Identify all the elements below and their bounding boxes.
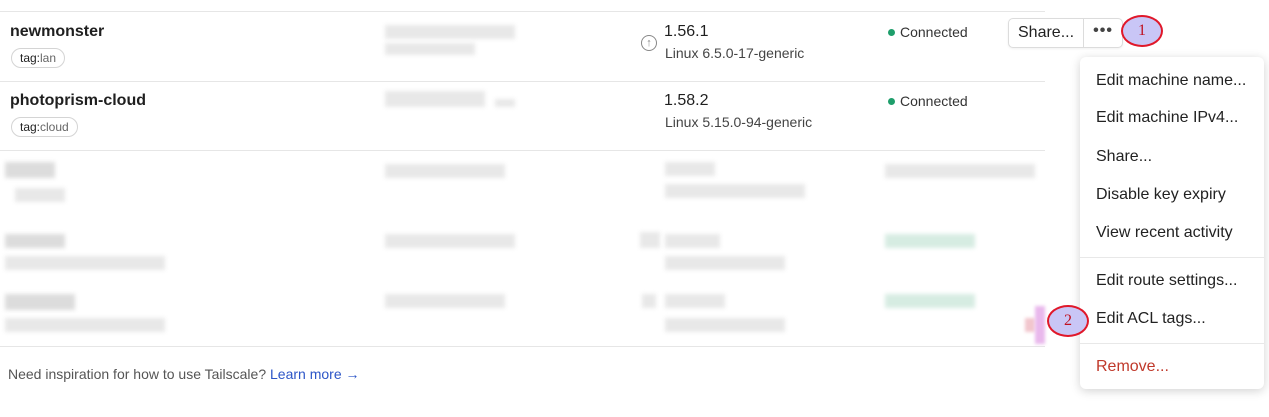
redacted-version <box>665 294 725 308</box>
redacted-mark <box>1035 306 1045 344</box>
redacted-version <box>665 162 715 176</box>
more-horizontal-icon[interactable]: ••• <box>1084 19 1122 47</box>
version: 1.56.1 <box>664 23 709 40</box>
redacted-os <box>665 318 785 332</box>
redacted-tag <box>5 256 165 270</box>
table-row[interactable] <box>0 280 1045 346</box>
menu-item-share[interactable]: Share... <box>1096 148 1152 166</box>
redacted-address <box>385 294 505 308</box>
machine-actions-menu: Edit machine name... Edit machine IPv4..… <box>1080 57 1264 389</box>
os-label: Linux 6.5.0-17-generic <box>665 45 805 61</box>
menu-divider <box>1080 343 1264 344</box>
table-row[interactable]: newmonster tag:lan ↑ 1.56.1 Linux 6.5.0-… <box>0 11 1045 81</box>
tag-chip: tag:cloud <box>11 117 78 137</box>
annotation-badge-1: 1 <box>1121 15 1163 47</box>
redacted-version <box>665 234 720 248</box>
table-row[interactable]: photoprism-cloud tag:cloud 1.58.2 Linux … <box>0 81 1045 150</box>
menu-item-disable-key-expiry[interactable]: Disable key expiry <box>1096 186 1226 204</box>
os-label: Linux 5.15.0-94-generic <box>665 114 813 130</box>
machine-name[interactable]: newmonster <box>10 23 104 41</box>
row-actions: Share... ••• <box>1008 18 1124 48</box>
redacted-icon <box>642 294 656 308</box>
redacted-name <box>5 162 55 178</box>
menu-item-view-recent-activity[interactable]: View recent activity <box>1096 224 1233 242</box>
menu-item-edit-route-settings[interactable]: Edit route settings... <box>1096 272 1237 290</box>
redacted-address <box>385 43 475 55</box>
table-row[interactable] <box>0 220 1045 280</box>
table-divider <box>0 346 1045 347</box>
redacted-tag <box>5 318 165 332</box>
machine-name[interactable]: photoprism-cloud <box>10 92 146 110</box>
footer-text: Need inspiration for how to use Tailscal… <box>8 366 267 382</box>
redacted-status <box>885 164 1035 178</box>
redacted-name <box>5 294 75 310</box>
redacted-status <box>885 234 975 248</box>
status-connected: Connected <box>888 24 968 40</box>
redacted-address <box>385 25 515 39</box>
status-dot <box>888 29 895 36</box>
status-connected: Connected <box>888 93 968 109</box>
share-button[interactable]: Share... <box>1009 19 1085 47</box>
redacted-name <box>5 234 65 248</box>
redacted-address <box>385 164 505 178</box>
redacted-icon <box>640 232 660 248</box>
redacted-tag <box>15 188 65 202</box>
menu-item-edit-machine-ipv4[interactable]: Edit machine IPv4... <box>1096 109 1238 127</box>
redacted-address <box>385 91 485 107</box>
menu-item-edit-machine-name[interactable]: Edit machine name... <box>1096 72 1246 90</box>
redacted-os <box>665 256 785 270</box>
tag-chip: tag:lan <box>11 48 66 68</box>
redacted-address <box>385 234 515 248</box>
version: 1.58.2 <box>664 92 709 109</box>
redacted-os <box>665 184 805 198</box>
redacted-mark <box>1025 318 1035 332</box>
learn-more-link[interactable]: Learn more → <box>270 366 359 382</box>
redacted-status <box>885 294 975 308</box>
menu-item-edit-acl-tags[interactable]: Edit ACL tags... <box>1096 310 1206 328</box>
menu-divider <box>1080 257 1264 258</box>
table-row[interactable] <box>0 150 1045 220</box>
status-dot <box>888 98 895 105</box>
footer-hint: Need inspiration for how to use Tailscal… <box>8 366 360 382</box>
arrow-up-circle-icon: ↑ <box>641 35 657 51</box>
annotation-badge-2: 2 <box>1047 305 1089 337</box>
menu-item-remove[interactable]: Remove... <box>1096 358 1169 376</box>
redacted-address <box>495 99 515 107</box>
